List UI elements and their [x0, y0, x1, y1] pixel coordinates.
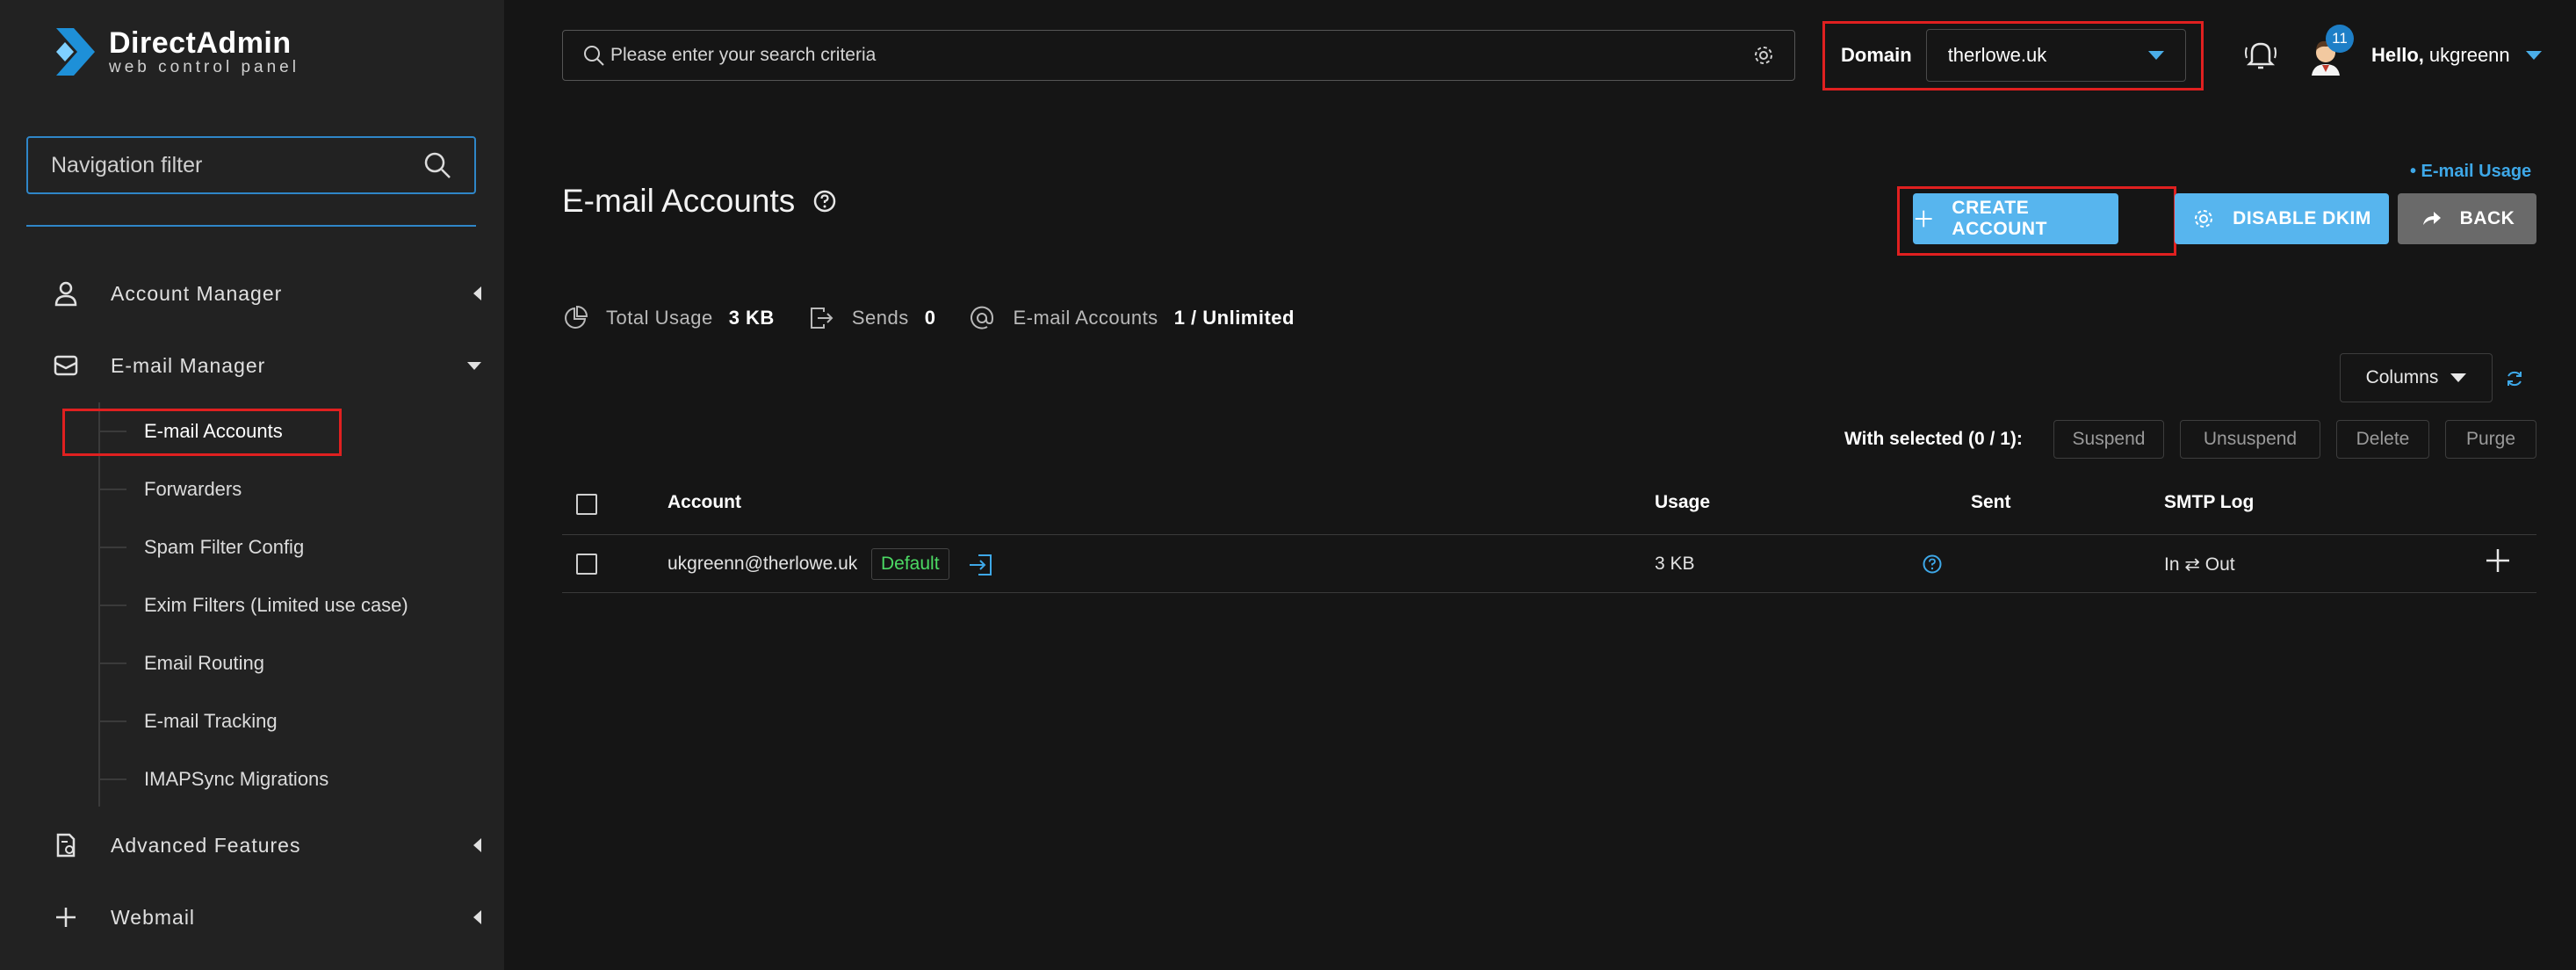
- total-usage-label: Total Usage: [606, 307, 713, 329]
- suspend-button[interactable]: Suspend: [2053, 420, 2164, 459]
- logo-subtitle: web control panel: [109, 58, 299, 76]
- chevron-down-icon: [2525, 51, 2542, 60]
- highlight-email-accounts: [62, 409, 342, 456]
- column-header-sent[interactable]: Sent: [1971, 492, 2011, 513]
- default-tag: Default: [871, 548, 949, 580]
- sidebar-item-label: Webmail: [111, 905, 196, 929]
- sidebar-subitem-imapsync-migrations[interactable]: IMAPSync Migrations: [98, 764, 328, 794]
- search-icon: [584, 46, 604, 66]
- navigation-filter-input[interactable]: Navigation filter: [26, 136, 476, 194]
- sidebar-item-label: Advanced Features: [111, 833, 301, 857]
- sidebar-subitem-label: Forwarders: [144, 478, 242, 500]
- table-header-divider: [562, 534, 2536, 535]
- search-input[interactable]: Please enter your search criteria: [562, 30, 1795, 81]
- disable-dkim-button[interactable]: DISABLE DKIM: [2175, 193, 2389, 244]
- sidebar-item-account-manager[interactable]: Account Manager: [51, 276, 481, 311]
- email-accounts-label: E-mail Accounts: [1013, 307, 1158, 329]
- caret-left-icon: [473, 838, 481, 852]
- share-arrow-icon: [2422, 212, 2441, 225]
- logo[interactable]: DirectAdmin web control panel: [53, 25, 299, 79]
- sidebar-item-advanced-features[interactable]: Advanced Features: [51, 828, 481, 863]
- sidebar-subitem-label: Spam Filter Config: [144, 536, 305, 558]
- usage-stats: Total Usage 3 KB Sends 0 E-mail Accounts…: [562, 302, 1295, 334]
- account-email[interactable]: ukgreenn@therlowe.uk: [667, 554, 857, 575]
- highlight-domain: [1822, 21, 2204, 90]
- caret-left-icon: [473, 910, 481, 924]
- expand-row-plus-icon[interactable]: [2484, 547, 2512, 575]
- sidebar-divider: [26, 225, 476, 227]
- gear-icon[interactable]: [1752, 44, 1775, 67]
- delete-button[interactable]: Delete: [2336, 420, 2429, 459]
- table-row-divider: [562, 592, 2536, 593]
- search-icon: [424, 152, 451, 178]
- document-gear-icon: [51, 830, 81, 860]
- row-checkbox[interactable]: [576, 554, 597, 575]
- gear-icon: [2195, 210, 2213, 228]
- sidebar-item-webmail[interactable]: Webmail: [51, 900, 481, 935]
- help-icon[interactable]: [1922, 554, 1943, 575]
- page-title: E-mail Accounts: [562, 183, 837, 220]
- sidebar-subitem-label: E-mail Tracking: [144, 710, 278, 732]
- chevron-down-icon: [2450, 373, 2467, 382]
- sidebar-subitem-exim-filters[interactable]: Exim Filters (Limited use case): [98, 590, 408, 620]
- logo-title: DirectAdmin: [109, 26, 292, 60]
- unsuspend-button[interactable]: Unsuspend: [2180, 420, 2320, 459]
- caret-left-icon: [473, 286, 481, 300]
- notification-badge: 11: [2326, 25, 2354, 53]
- sidebar-subitem-spam-filter-config[interactable]: Spam Filter Config: [98, 532, 304, 562]
- user-menu[interactable]: Hello, ukgreenn: [2371, 44, 2542, 67]
- sign-out-icon: [810, 308, 833, 329]
- sidebar-subitem-label: IMAPSync Migrations: [144, 768, 329, 790]
- disable-dkim-label: DISABLE DKIM: [2233, 208, 2371, 228]
- sidebar-subitem-forwarders[interactable]: Forwarders: [98, 474, 242, 504]
- email-accounts-value: 1 / Unlimited: [1173, 307, 1295, 329]
- column-header-smtp-log[interactable]: SMTP Log: [2164, 492, 2254, 513]
- at-sign-icon: [971, 306, 994, 329]
- sidebar-item-label: Account Manager: [111, 281, 283, 305]
- refresh-icon[interactable]: [2505, 369, 2524, 388]
- login-icon[interactable]: [966, 550, 996, 580]
- sends-value: 0: [924, 307, 936, 329]
- help-icon[interactable]: [812, 189, 837, 214]
- column-header-account[interactable]: Account: [667, 492, 741, 513]
- pie-chart-icon: [565, 305, 588, 329]
- back-label: BACK: [2459, 208, 2515, 228]
- email-usage-link[interactable]: • E-mail Usage: [2410, 162, 2531, 182]
- sidebar-item-email-manager[interactable]: E-mail Manager: [51, 348, 481, 383]
- account-usage: 3 KB: [1655, 554, 1695, 574]
- purge-button[interactable]: Purge: [2445, 420, 2536, 459]
- user-icon: [51, 279, 81, 308]
- smtp-log-link[interactable]: In ⇄ Out: [2164, 554, 2235, 575]
- directadmin-logo-icon: [56, 28, 95, 76]
- select-all-checkbox[interactable]: [576, 494, 597, 515]
- app-root: DirectAdmin web control panel Navigation…: [0, 0, 2576, 970]
- sidebar-subitem-email-routing[interactable]: Email Routing: [98, 648, 264, 678]
- sidebar: DirectAdmin web control panel Navigation…: [0, 0, 504, 970]
- bell-icon[interactable]: [2241, 35, 2280, 74]
- highlight-create-account: [1897, 186, 2176, 256]
- page-title-text: E-mail Accounts: [562, 183, 796, 219]
- sidebar-subitem-label: Exim Filters (Limited use case): [144, 594, 408, 616]
- username: ukgreenn: [2428, 44, 2510, 66]
- sidebar-subitem-email-tracking[interactable]: E-mail Tracking: [98, 706, 278, 736]
- search-placeholder: Please enter your search criteria: [610, 45, 877, 65]
- total-usage-value: 3 KB: [728, 307, 775, 329]
- plus-icon: [51, 902, 81, 932]
- sidebar-subitem-label: Email Routing: [144, 652, 264, 674]
- back-button[interactable]: BACK: [2398, 193, 2536, 244]
- columns-label: Columns: [2365, 367, 2439, 387]
- hello-prefix: Hello,: [2371, 44, 2424, 66]
- envelope-icon: [51, 351, 81, 380]
- navigation-filter-placeholder: Navigation filter: [51, 152, 203, 177]
- sends-label: Sends: [851, 307, 909, 329]
- caret-down-icon: [467, 361, 481, 370]
- with-selected-label: With selected (0 / 1):: [1844, 429, 2023, 449]
- columns-dropdown[interactable]: Columns: [2340, 353, 2493, 402]
- sidebar-item-label: E-mail Manager: [111, 353, 266, 377]
- column-header-usage[interactable]: Usage: [1655, 492, 1710, 513]
